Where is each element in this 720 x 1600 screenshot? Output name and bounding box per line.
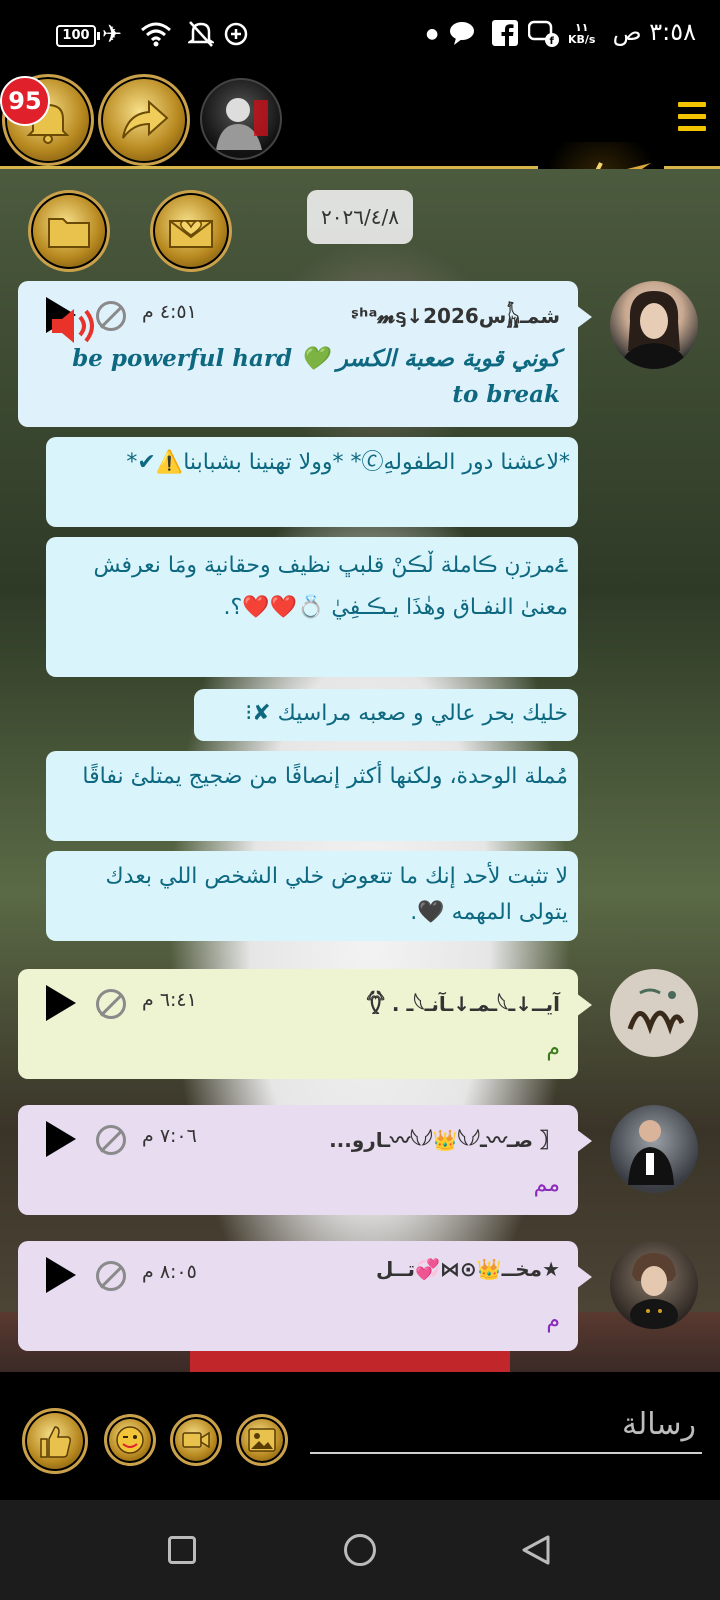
sender-avatar[interactable] [610, 281, 698, 369]
message-text: مم [533, 1172, 560, 1197]
message-time: ٧:٠٦ م [142, 1125, 197, 1147]
message-time: ٦:٤١ م [142, 989, 197, 1011]
forward-arrow-icon [122, 99, 169, 139]
blocked-icon [96, 301, 126, 331]
dot-icon: ● [426, 26, 439, 42]
notification-badge: 95 [0, 76, 50, 126]
play-icon[interactable] [46, 985, 76, 1021]
message-bubble[interactable]: آيــ↓ـ𓆩ـمـ↓ـآنـ𓆩ـ . 𓆫 ٦:٤١ م م [18, 969, 592, 1079]
man-portrait-icon [628, 1120, 674, 1185]
message-bubble[interactable]: شمـ𓃱س2026↓ᶳʰᵃ𝓶ᶊ ٤:٥١ م كوني قوية صعبة ال… [18, 281, 592, 427]
message-bubble[interactable]: 〖 صـ〰ـ𓆩𓆪👑𓆩𓆪〰ـارو... ٧:٠٦ م مم [18, 1105, 592, 1215]
message-text: كوني قوية صعبة الكسر 💚 be powerful hard … [72, 345, 560, 408]
message-text: م [546, 1308, 560, 1333]
top-bar: 95 [0, 70, 720, 234]
menu-icon[interactable] [678, 102, 706, 138]
person-silhouette-icon [216, 98, 268, 150]
calligraphy-name-icon [627, 988, 685, 1035]
wifi-icon [140, 20, 172, 54]
airplane-icon: ✈ [102, 20, 123, 48]
message-bubble[interactable]: مُملة الوحدة، ولكنها أكثر إنصافًا من ضجي… [46, 751, 578, 841]
sender-name: 〖 صـ〰ـ𓆩𓆪👑𓆩𓆪〰ـارو... [329, 1128, 560, 1152]
facebook-icon [492, 20, 518, 52]
play-icon[interactable] [46, 1257, 76, 1293]
message-text: م [546, 1036, 560, 1061]
chat-area[interactable]: ٢٠٢٦/٤/٨ شمـ𓃱س2026↓ᶳʰᵃ𝓶ᶊ ٤:٥١ م كوني قوي… [0, 169, 720, 1372]
sender-avatar[interactable] [610, 969, 698, 1057]
network-speed: ١١ KB/s [568, 21, 596, 46]
play-icon[interactable] [46, 1121, 76, 1157]
sender-name: آيــ↓ـ𓆩ـمـ↓ـآنـ𓆩ـ . 𓆫 [366, 992, 560, 1016]
folder-icon [48, 218, 90, 248]
sender-name: ★مخــ👑⊙⋈💞تــل [376, 1257, 560, 1281]
folder-button[interactable] [28, 190, 110, 272]
profile-avatar[interactable] [200, 78, 282, 160]
message-bubble[interactable]: خليك بحر عالي و صعبه مراسيك ✘⁝ [194, 689, 578, 741]
clock: ٣:٥٨ ص [612, 18, 696, 46]
message-text: *لاعشنا دور الطفولهِ🄫* *وولا تهنينا بشبا… [126, 450, 570, 475]
date-chip: ٢٠٢٦/٤/٨ [307, 190, 413, 244]
message-bubble[interactable]: لا تثبت لأحد إنك ما تتعوض خلي الشخص اللي… [46, 851, 578, 941]
emoji-button[interactable] [104, 1414, 156, 1466]
message-time: ٤:٥١ م [142, 301, 197, 323]
message-bubble[interactable]: ۓمرڗڹ ڪاملة ڵڪنْ قلبڀ نظيف وحقانية ومَا … [46, 537, 578, 677]
message-text: لا تثبت لأحد إنك ما تتعوض خلي الشخص اللي… [105, 864, 568, 925]
recents-button[interactable] [168, 1536, 196, 1564]
svg-text:f: f [550, 36, 555, 47]
heart-envelope-icon [169, 220, 213, 248]
bell-off-icon [185, 20, 217, 54]
back-button[interactable] [520, 1534, 552, 1566]
video-camera-icon [182, 1431, 210, 1449]
data-saver-icon [222, 20, 250, 54]
message-bubble-icon [448, 20, 476, 52]
message-text: مُملة الوحدة، ولكنها أكثر إنصافًا من ضجي… [82, 764, 568, 789]
sender-avatar[interactable] [610, 1241, 698, 1329]
sender-name: شمـ𓃱س2026↓ᶳʰᵃ𝓶ᶊ [350, 304, 560, 328]
message-text: ۓمرڗڹ ڪاملة ڵڪنْ قلبڀ نظيف وحقانية ومَا … [93, 553, 568, 620]
video-button[interactable] [170, 1414, 222, 1466]
messenger-facebook-icon: f [527, 20, 560, 54]
thumbs-up-icon [40, 1426, 71, 1458]
like-button[interactable] [22, 1408, 88, 1474]
wink-face-icon [116, 1426, 144, 1454]
image-icon [248, 1428, 276, 1452]
woman-portrait-icon [620, 291, 688, 369]
blocked-icon [96, 1125, 126, 1155]
image-button[interactable] [236, 1414, 288, 1466]
input-bar [0, 1372, 720, 1500]
message-text: خليك بحر عالي و صعبه مراسيك ✘⁝ [245, 701, 568, 726]
blocked-icon [96, 989, 126, 1019]
message-time: ٨:٠٥ م [142, 1261, 197, 1283]
love-mail-button[interactable] [150, 190, 232, 272]
message-bubble[interactable]: *لاعشنا دور الطفولهِ🄫* *وولا تهنينا بشبا… [46, 437, 578, 527]
battery-icon: 100 [56, 25, 100, 47]
boy-with-cat-icon [630, 1253, 678, 1329]
system-nav-bar [0, 1500, 720, 1600]
share-button[interactable] [98, 74, 190, 166]
message-bubble[interactable]: ★مخــ👑⊙⋈💞تــل ٨:٠٥ م م [18, 1241, 592, 1351]
sender-avatar[interactable] [610, 1105, 698, 1193]
status-bar: 100 ✈ ● f ١١ KB/s ٣:٥٨ ص [0, 0, 720, 70]
home-button[interactable] [344, 1534, 376, 1566]
message-input[interactable] [310, 1396, 702, 1454]
blocked-icon [96, 1261, 126, 1291]
